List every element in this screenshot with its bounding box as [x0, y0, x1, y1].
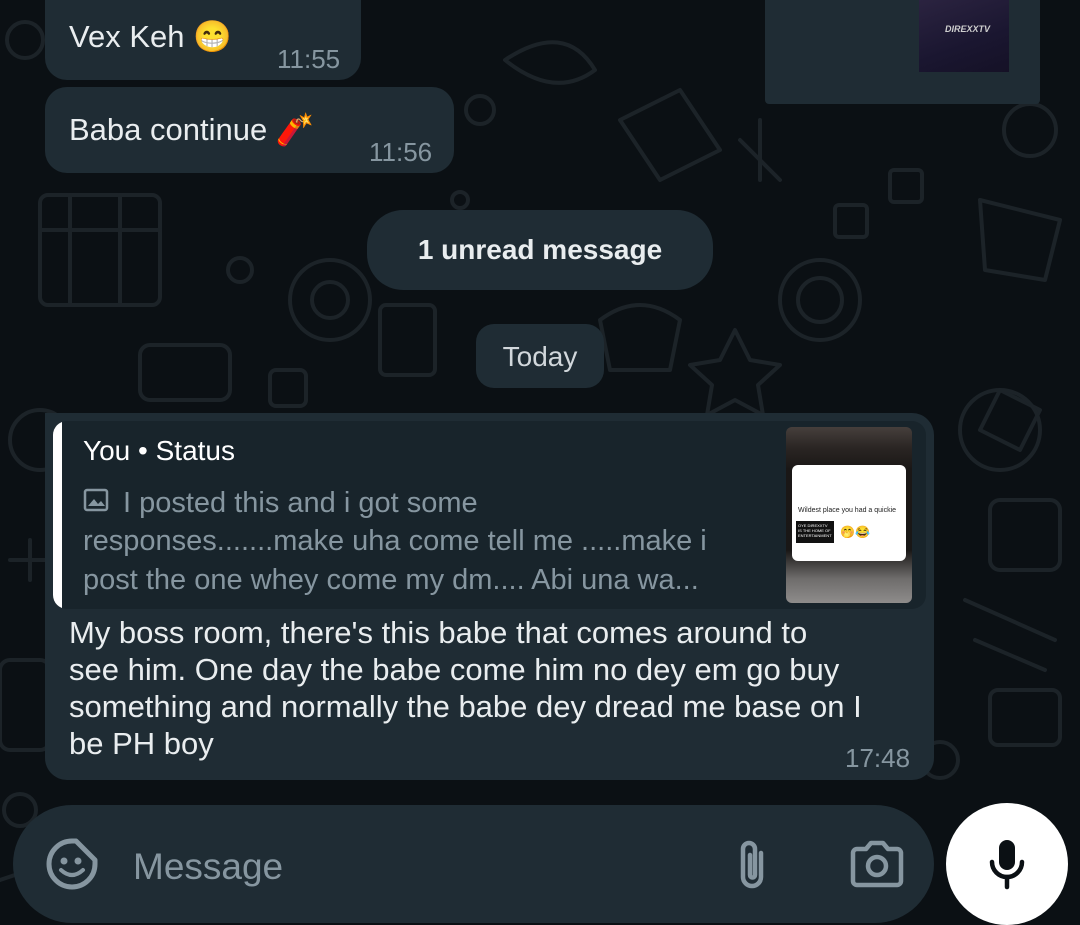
message-input-bar[interactable]: Message [13, 805, 934, 923]
message-text-line: My boss room, there's this babe that com… [69, 615, 808, 650]
voice-record-button[interactable] [946, 803, 1068, 925]
message-text: Vex Keh 😁 [69, 19, 232, 54]
message-time: 11:56 [369, 137, 433, 167]
quoted-text-line: post the one whey come my dm.... Abi una… [83, 564, 699, 596]
quoted-text-line: responses.......make uha come tell me ..… [83, 525, 707, 557]
unread-label: 1 unread message [417, 234, 663, 265]
camera-icon[interactable] [849, 839, 905, 894]
message-text-line: something and normally the babe dey drea… [69, 689, 862, 724]
thumbnail-emoji: 🤭😂 [840, 525, 870, 539]
thumbnail-text: DIREXXTV [945, 24, 991, 34]
message-text-line: be PH boy [69, 726, 214, 761]
date-divider: Today [476, 324, 604, 388]
status-thumbnail-card: Wildest place you had a quickie OYE DIRE… [792, 465, 906, 561]
message-bubble-reply[interactable]: You • Status I posted this and i got som… [45, 413, 934, 780]
microphone-icon [987, 838, 1027, 895]
message-text-line: see him. One day the babe come him no de… [69, 652, 840, 687]
media-thumbnail[interactable]: DIREXXTV [919, 0, 1009, 72]
date-label: Today [502, 341, 578, 372]
shared-media-card[interactable]: DIREXXTV [765, 0, 1040, 104]
message-bubble[interactable]: Baba continue 🧨 11:56 [45, 87, 454, 173]
message-input[interactable]: Message [133, 846, 283, 888]
quoted-text-line: I posted this and i got some [123, 487, 478, 519]
sticker-icon[interactable] [45, 837, 99, 896]
quoted-sender: You • Status [83, 435, 235, 466]
thumbnail-tag: OYE DIREXXTV IS THE HOME OF ENTERTAINMEN… [796, 521, 834, 543]
message-bubble[interactable]: Vex Keh 😁 11:55 [45, 0, 361, 80]
message-time: 11:55 [277, 44, 341, 74]
thumbnail-caption: Wildest place you had a quickie [798, 507, 897, 514]
unread-message-banner: 1 unread message [367, 210, 713, 290]
paperclip-icon[interactable] [733, 837, 773, 898]
quote-accent-bar [53, 421, 62, 609]
image-icon [83, 487, 109, 518]
status-thumbnail: Wildest place you had a quickie OYE DIRE… [786, 427, 912, 603]
message-text: Baba continue 🧨 [69, 112, 315, 147]
quoted-status[interactable]: You • Status I posted this and i got som… [53, 421, 926, 609]
message-time: 17:48 [845, 743, 911, 773]
